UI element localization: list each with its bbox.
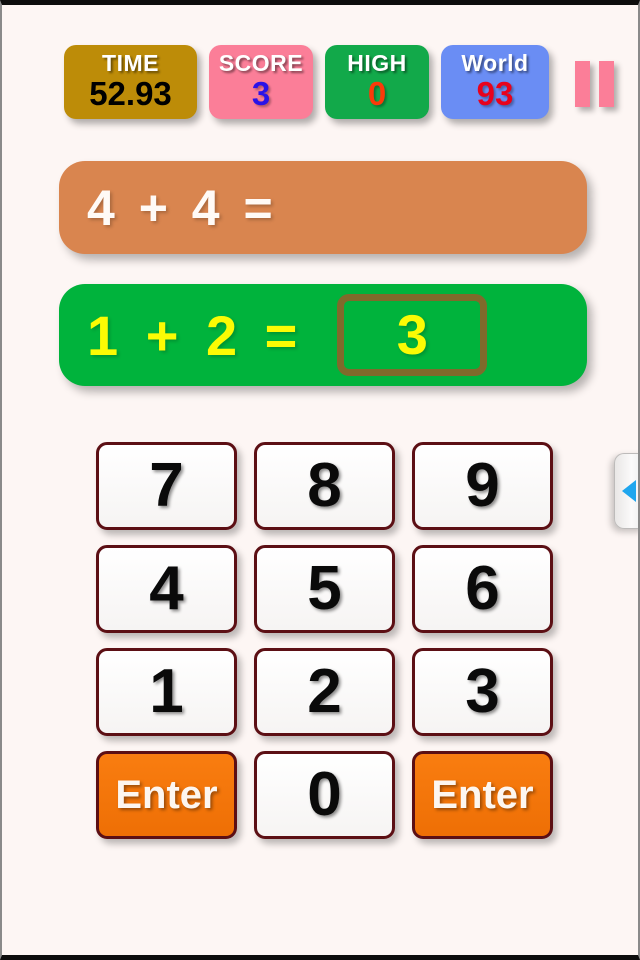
stat-high-label: HIGH [347,50,407,76]
key-1[interactable]: 1 [96,648,237,736]
key-1-label: 1 [149,657,184,726]
key-6[interactable]: 6 [412,545,553,633]
pause-bar-right [598,61,614,107]
stat-world-value: 93 [476,74,514,112]
key-2[interactable]: 2 [254,648,395,736]
key-9-label: 9 [465,451,500,520]
current-problem-bar: 1 + 2 = 3 [59,284,587,386]
pause-bar-left [574,61,590,107]
key-0-label: 0 [307,760,342,829]
answer-value: 3 [396,303,428,366]
key-6-label: 6 [465,554,500,623]
stat-high-value: 0 [367,74,387,112]
key-7[interactable]: 7 [96,442,237,530]
key-5-label: 5 [307,554,342,623]
key-0[interactable]: 0 [254,751,395,839]
drawer-handle[interactable] [614,453,638,529]
enter-button-left[interactable]: Enter [96,751,237,839]
key-7-label: 7 [149,451,184,520]
stat-time: TIME 52.93 [64,45,197,120]
stat-world-label: World [461,50,529,76]
key-8-label: 8 [307,451,342,520]
pause-icon[interactable] [569,60,619,108]
game-screen: TIME 52.93 SCORE 3 HIGH 0 World 93 4 + 4… [0,0,640,960]
stat-score: SCORE 3 [209,45,313,120]
enter-button-left-label: Enter [115,773,218,817]
stat-score-label: SCORE [218,50,304,76]
key-8[interactable]: 8 [254,442,395,530]
stat-time-value: 52.93 [89,74,172,112]
previous-problem-bar: 4 + 4 = [59,161,587,254]
enter-button-right-label: Enter [431,773,534,817]
key-2-label: 2 [307,657,342,726]
key-4-label: 4 [149,554,184,623]
number-keypad: 7 8 9 4 5 6 1 2 3 Enter 0 Enter [96,442,553,839]
answer-input-box[interactable]: 3 [337,294,488,376]
stat-world: World 93 [441,45,549,120]
key-5[interactable]: 5 [254,545,395,633]
stats-bar: TIME 52.93 SCORE 3 HIGH 0 World 93 [64,45,549,120]
current-problem-expression: 1 + 2 = [87,303,304,367]
stat-high: HIGH 0 [325,45,429,120]
previous-problem-expression: 4 + 4 = [87,179,278,236]
stat-score-value: 3 [251,74,271,112]
triangle-left-icon [621,480,636,502]
key-4[interactable]: 4 [96,545,237,633]
stat-time-label: TIME [102,50,159,76]
key-9[interactable]: 9 [412,442,553,530]
key-3[interactable]: 3 [412,648,553,736]
key-3-label: 3 [465,657,500,726]
enter-button-right[interactable]: Enter [412,751,553,839]
